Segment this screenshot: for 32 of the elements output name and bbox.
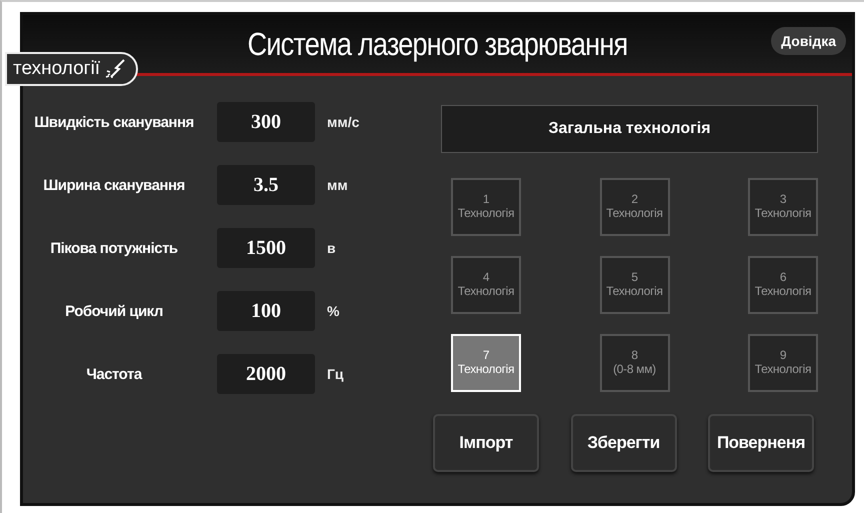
technology-tag[interactable]: технології — [5, 52, 138, 86]
general-technology-button[interactable]: Загальна технологія — [441, 105, 818, 153]
technology-button[interactable]: 6 Технологія — [748, 256, 818, 314]
technology-button[interactable]: 2 Технологія — [600, 178, 670, 236]
technology-button[interactable]: 1 Технологія — [451, 178, 521, 236]
value-field[interactable]: 300 — [217, 102, 315, 142]
parameter-label: Робочий цикл — [64, 302, 164, 320]
unit-label: Гц — [327, 366, 345, 382]
action-button[interactable]: Поверненя — [708, 414, 814, 472]
action-button[interactable]: Імпорт — [433, 414, 539, 472]
spark-icon — [104, 58, 126, 80]
technology-button[interactable]: 9 Технологія — [748, 334, 818, 392]
unit-label: мм/с — [327, 114, 360, 130]
app-title: Система лазерного зварювання — [248, 26, 628, 62]
technology-button[interactable]: 8 (0-8 мм) — [600, 334, 670, 392]
technology-button[interactable]: 5 Технологія — [600, 256, 670, 314]
value-field[interactable]: 2000 — [217, 354, 315, 394]
help-button[interactable]: Довідка — [771, 27, 846, 55]
technology-button[interactable]: 3 Технологія — [748, 178, 818, 236]
parameter-label: Ширина сканування — [42, 176, 186, 194]
action-button[interactable]: Зберегти — [570, 414, 676, 472]
parameter-label: Частота — [85, 366, 144, 382]
unit-label: мм — [327, 177, 349, 193]
value-field[interactable]: 3.5 — [217, 165, 315, 205]
parameter-label: Пікова потужність — [49, 240, 179, 256]
technology-button[interactable]: 4 Технологія — [451, 256, 521, 314]
unit-label: % — [327, 303, 340, 319]
value-field[interactable]: 1500 — [217, 228, 315, 268]
technology-button[interactable]: 7 Технологія — [451, 334, 521, 392]
unit-label: в — [327, 240, 337, 256]
parameter-label: Швидкість сканування — [33, 114, 195, 130]
value-field[interactable]: 100 — [217, 291, 315, 331]
